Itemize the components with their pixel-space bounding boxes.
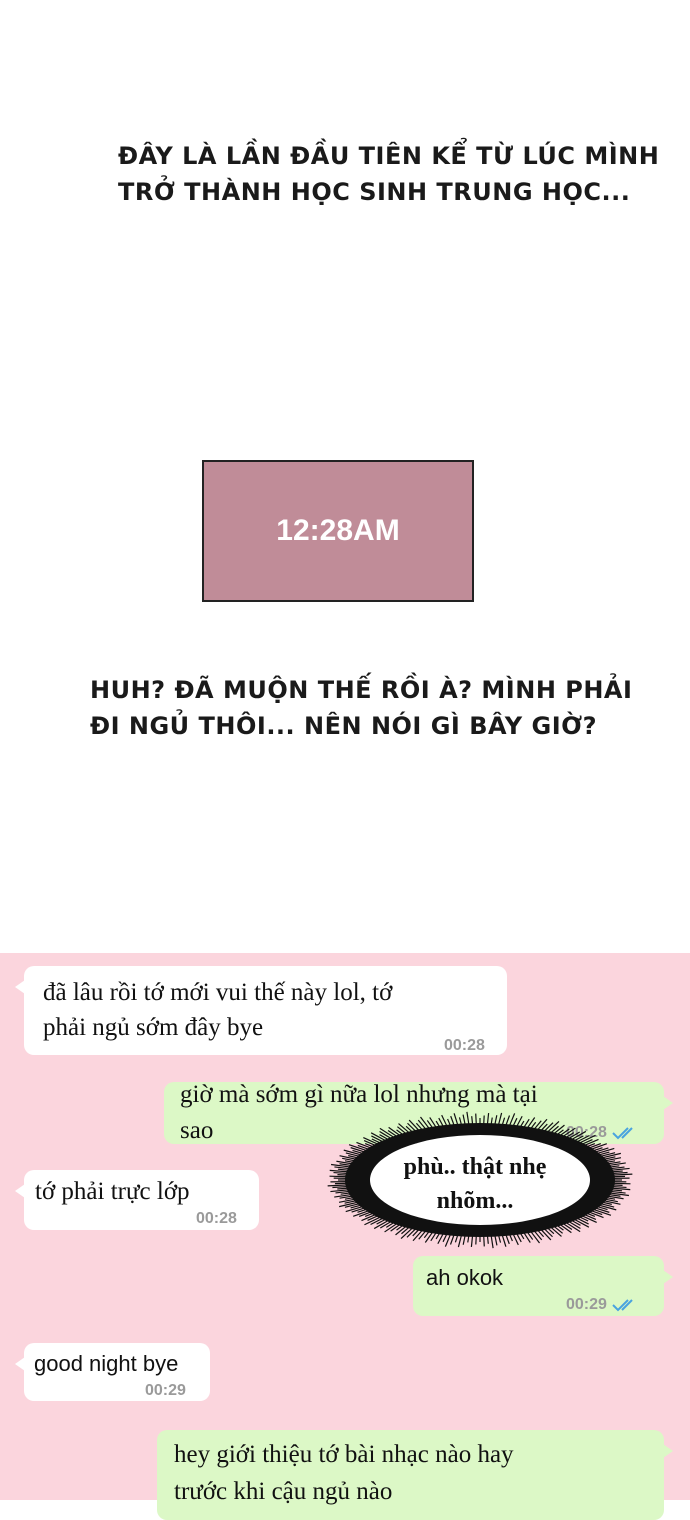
message-text: good night bye xyxy=(34,1350,178,1378)
clock-time: 12:28AM xyxy=(276,514,399,548)
message-timestamp: 00:28 xyxy=(444,1037,485,1055)
message-text: tớ phải trực lớp xyxy=(35,1174,190,1209)
narration-line: ĐI NGỦ THÔI... NÊN NÓI GÌ BÂY GIỜ? xyxy=(90,708,632,744)
message-timestamp: 00:29 xyxy=(145,1382,186,1400)
message-timestamp: 00:28 xyxy=(196,1210,237,1228)
narration-line: ĐÂY LÀ LẦN ĐẦU TIÊN KỂ TỪ LÚC MÌNH xyxy=(118,138,659,174)
message-text: đã lâu rồi tớ mới vui thế này lol, tớ ph… xyxy=(43,975,392,1045)
narration-line: HUH? ĐÃ MUỘN THẾ RỒI À? MÌNH PHẢI xyxy=(90,672,632,708)
narration-caption-2: HUH? ĐÃ MUỘN THẾ RỒI À? MÌNH PHẢI ĐI NGỦ… xyxy=(90,672,632,744)
thought-text: phù.. thật nhẹ nhõm... xyxy=(370,1150,580,1218)
narration-caption-1: ĐÂY LÀ LẦN ĐẦU TIÊN KỂ TỪ LÚC MÌNH TRỞ T… xyxy=(118,138,659,210)
message-timestamp: 00:29 xyxy=(566,1296,638,1314)
double-check-icon xyxy=(612,1298,638,1312)
narration-line: TRỞ THÀNH HỌC SINH TRUNG HỌC... xyxy=(118,174,659,210)
message-text: hey giới thiệu tớ bài nhạc nào hay trước… xyxy=(174,1436,514,1510)
message-text: ah okok xyxy=(426,1264,503,1292)
clock-panel: 12:28AM xyxy=(202,460,474,602)
